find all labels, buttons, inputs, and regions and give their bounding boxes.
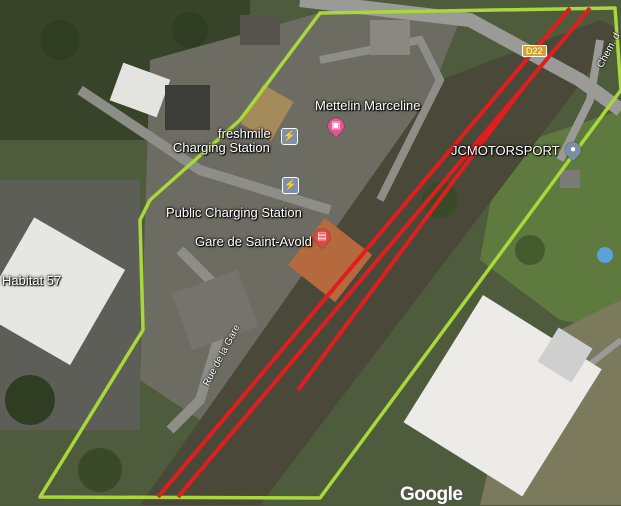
poi-charging-1-label[interactable]: freshmile xyxy=(218,127,271,141)
poi-motorsport-label[interactable]: JCMOTORSPORT xyxy=(451,144,560,158)
charging-station-icon-2[interactable]: ⚡ xyxy=(282,177,299,194)
pool xyxy=(597,247,613,263)
tree xyxy=(5,375,55,425)
poi-habitat-label[interactable]: Habitat 57 xyxy=(2,274,61,288)
charging-station-icon[interactable]: ⚡ xyxy=(281,128,298,145)
tree xyxy=(515,235,545,265)
road-d22-badge: D22 xyxy=(522,45,547,57)
poi-station-label[interactable]: Gare de Saint-Avold xyxy=(195,235,312,249)
building-mid xyxy=(165,85,210,130)
poi-charging-2-label[interactable]: Public Charging Station xyxy=(166,206,302,220)
tree xyxy=(172,12,208,48)
poi-charging-1-label-2[interactable]: Charging Station xyxy=(173,141,270,155)
google-attribution-logo: Google xyxy=(400,484,463,505)
building-top-center-2 xyxy=(370,20,410,55)
tree xyxy=(40,20,80,60)
building-top-center xyxy=(240,15,280,45)
building-right-house xyxy=(560,170,580,188)
poi-hotel-label[interactable]: Mettelin Marceline xyxy=(315,99,421,113)
tree xyxy=(78,448,122,492)
satellite-map[interactable] xyxy=(0,0,621,505)
